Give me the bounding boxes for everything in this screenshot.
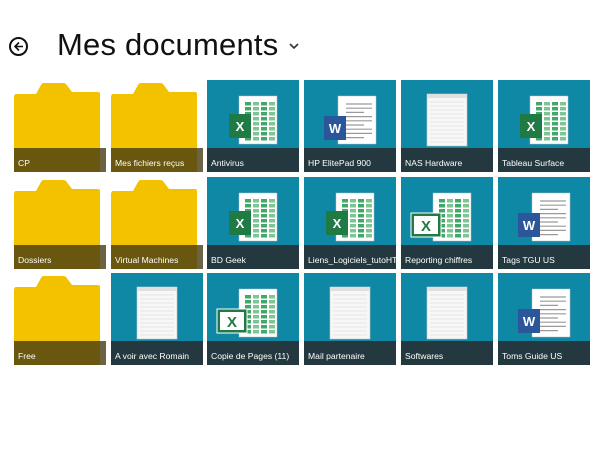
file-tile[interactable]: A voir avec Romain [111, 273, 203, 365]
file-tile[interactable]: X Antivirus [207, 80, 299, 172]
file-tile[interactable]: X Tableau Surface [498, 80, 590, 172]
file-tile[interactable]: W Toms Guide US [498, 273, 590, 365]
tile-label: CP [18, 158, 30, 168]
file-tile[interactable]: W Tags TGU US [498, 177, 590, 269]
file-tile[interactable]: X BD Geek [207, 177, 299, 269]
tile-label: Antivirus [211, 158, 244, 168]
tile-label: Tags TGU US [502, 255, 555, 265]
tile-label: HP ElitePad 900 [308, 158, 371, 168]
svg-text:X: X [236, 216, 245, 231]
tile-label: A voir avec Romain [115, 351, 190, 361]
file-tile[interactable]: Mail partenaire [304, 273, 396, 365]
file-tile[interactable]: CP [14, 80, 106, 172]
file-tile[interactable]: Free [14, 273, 106, 365]
tile-label: Reporting chiffres [405, 255, 473, 265]
file-tile[interactable]: X Reporting chiffres [401, 177, 493, 269]
tile-label: Mail partenaire [308, 351, 365, 361]
svg-text:X: X [227, 314, 237, 331]
tile-label: NAS Hardware [405, 158, 463, 168]
svg-text:W: W [329, 121, 342, 136]
file-tile[interactable]: Dossiers [14, 177, 106, 269]
svg-text:X: X [527, 119, 536, 134]
tile-label: Softwares [405, 351, 444, 361]
tile-label: BD Geek [211, 255, 246, 265]
tile-label: Liens_Logiciels_tutoHTML5 [308, 255, 396, 265]
svg-text:X: X [333, 216, 342, 231]
tile-label: Dossiers [18, 255, 52, 265]
tile-label: Copie de Pages (11) [211, 351, 290, 361]
file-tile[interactable]: Virtual Machines [111, 177, 203, 269]
file-tile[interactable]: Softwares [401, 273, 493, 365]
file-tile[interactable]: W HP ElitePad 900 [304, 80, 396, 172]
file-tile[interactable]: Mes fichiers reçus [111, 80, 203, 172]
tile-label: Virtual Machines [115, 255, 179, 265]
tile-label: Mes fichiers reçus [115, 158, 185, 168]
file-tile[interactable]: NAS Hardware [401, 80, 493, 172]
file-tile[interactable]: X Liens_Logiciels_tutoHTML5 [304, 177, 396, 269]
svg-text:W: W [523, 218, 536, 233]
file-grid: CP Mes fichiers reçus X Antivirus W HP EliteP… [0, 0, 600, 450]
tile-label: Tableau Surface [502, 158, 565, 168]
file-tile[interactable]: X Copie de Pages (11) [207, 273, 299, 365]
tile-label: Toms Guide US [502, 351, 563, 361]
tile-label: Free [18, 351, 36, 361]
svg-text:X: X [421, 218, 431, 235]
svg-text:X: X [236, 119, 245, 134]
svg-text:W: W [523, 314, 536, 329]
